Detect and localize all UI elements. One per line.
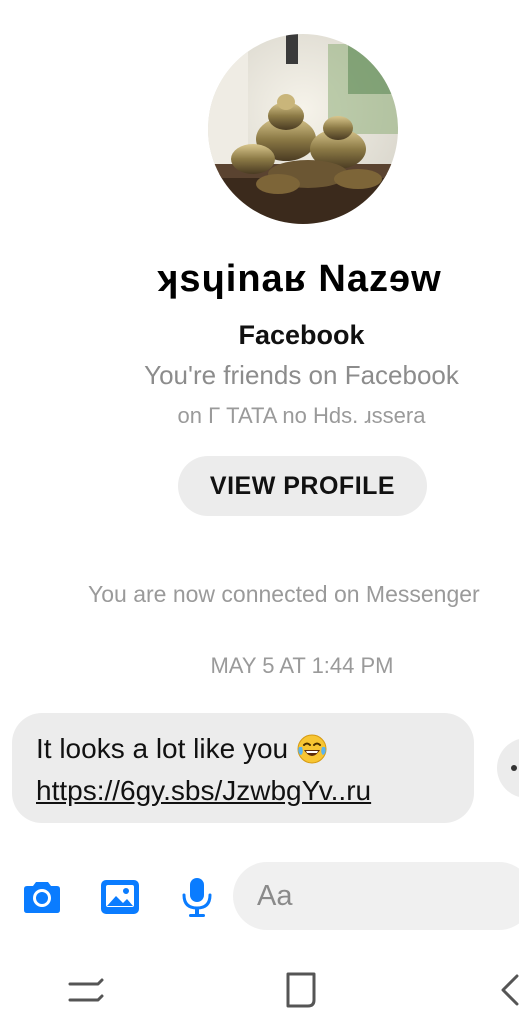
message-input[interactable]: Aa	[233, 862, 519, 930]
message-timestamp: MAY 5 AT 1:44 PM	[210, 653, 394, 678]
gallery-icon[interactable]	[98, 875, 142, 919]
home-icon[interactable]	[280, 968, 324, 1012]
forward-icon	[511, 765, 517, 771]
connected-notice: You are now connected on Messenger	[88, 581, 480, 607]
back-icon[interactable]	[495, 968, 519, 1012]
message-link[interactable]: https://6gy.sbs/JzwbgYv..ru	[36, 775, 371, 807]
message-input-placeholder: Aa	[257, 880, 293, 912]
avatar-photo	[208, 34, 398, 224]
profile-meta: on Г TATA no Hds. ɹssera	[177, 403, 426, 428]
message-bubble[interactable]: It looks a lot like you https://6gy.sbs/…	[12, 713, 474, 823]
contact-avatar[interactable]	[208, 34, 398, 224]
forward-message-button[interactable]	[497, 738, 519, 798]
camera-icon[interactable]	[20, 875, 64, 919]
message-text: It looks a lot like you	[36, 733, 289, 764]
messenger-conversation: ʞsɥinaʁ Nazɘw Facebook You're friends on…	[0, 0, 519, 1019]
view-profile-button[interactable]: VIEW PROFILE	[178, 456, 427, 516]
message-text-row: It looks a lot like you	[36, 733, 328, 765]
recent-apps-icon[interactable]	[64, 968, 108, 1012]
platform-label: Facebook	[238, 320, 365, 350]
face-with-tears-of-joy-icon	[297, 734, 327, 764]
microphone-icon[interactable]	[175, 875, 219, 919]
friends-status: You're friends on Facebook	[144, 360, 459, 390]
contact-name: ʞsɥinaʁ Nazɘw	[157, 258, 442, 300]
